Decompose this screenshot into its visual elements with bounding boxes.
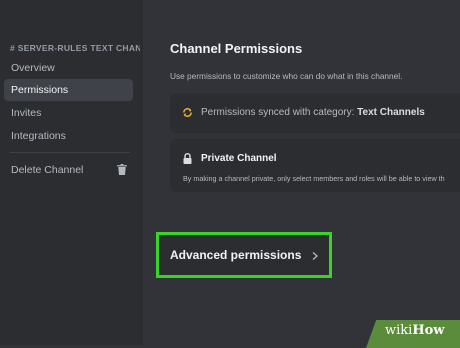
wikihow-how: How bbox=[412, 323, 445, 338]
delete-channel-label: Delete Channel bbox=[11, 164, 84, 176]
chevron-right-icon bbox=[312, 252, 318, 260]
private-channel-description: By making a channel private, only select… bbox=[183, 174, 445, 183]
page-title: Channel Permissions bbox=[170, 41, 303, 56]
advanced-permissions-label: Advanced permissions bbox=[170, 248, 302, 262]
advanced-permissions-button[interactable]: Advanced permissions bbox=[156, 232, 332, 278]
private-channel-card[interactable] bbox=[170, 139, 460, 192]
wikihow-wiki: wiki bbox=[385, 323, 413, 338]
sidebar-item-invites[interactable]: Invites bbox=[4, 102, 133, 124]
sidebar-item-permissions[interactable]: Permissions bbox=[4, 79, 133, 101]
sync-prefix: Permissions synced with category: bbox=[201, 107, 358, 118]
sidebar-channel-header: # SERVER-RULES TEXT CHANN bbox=[10, 43, 140, 53]
settings-sidebar: # SERVER-RULES TEXT CHANN Overview Permi… bbox=[0, 0, 143, 345]
lock-icon bbox=[183, 153, 192, 164]
wikihow-watermark: wikiHow bbox=[385, 323, 444, 338]
private-channel-title: Private Channel bbox=[201, 153, 277, 164]
sync-icon bbox=[183, 108, 192, 117]
trash-icon bbox=[117, 164, 127, 175]
sync-category: Text Channels bbox=[357, 107, 425, 118]
sidebar-item-overview[interactable]: Overview bbox=[4, 57, 133, 79]
sidebar-item-delete-channel[interactable]: Delete Channel bbox=[4, 159, 133, 181]
sidebar-divider bbox=[10, 152, 130, 153]
sidebar-item-integrations[interactable]: Integrations bbox=[4, 125, 133, 147]
sync-status-text: Permissions synced with category: Text C… bbox=[201, 107, 425, 118]
page-subtitle: Use permissions to customize who can do … bbox=[170, 71, 403, 81]
